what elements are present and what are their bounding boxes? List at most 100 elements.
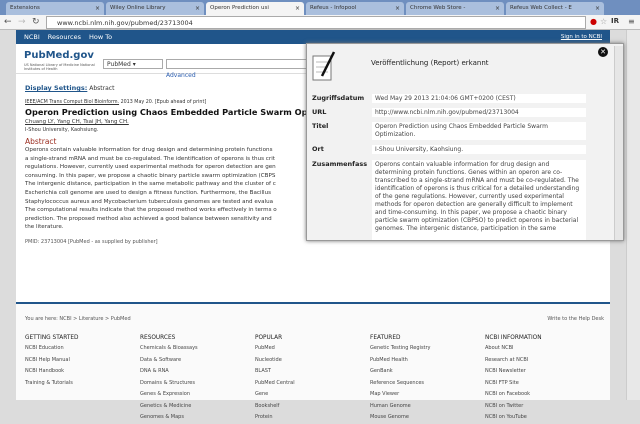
- abstract-line: the literature.: [25, 224, 64, 231]
- tab-close-icon[interactable]: ×: [95, 5, 100, 12]
- abstract-line: The intergenic distance, participation i…: [25, 181, 276, 188]
- footer-column-title: RESOURCES: [140, 335, 176, 341]
- footer-link[interactable]: NCBI Education: [25, 343, 140, 355]
- browser-tab[interactable]: Chrome Web Store - ×: [406, 2, 504, 15]
- footer-link[interactable]: Gene: [255, 389, 370, 401]
- pubmed-logo[interactable]: PubMed.gov: [24, 50, 94, 61]
- footer: You are here: NCBI > Literature > PubMed…: [16, 302, 610, 420]
- field-label: URL: [312, 108, 327, 116]
- footer-link[interactable]: NCBI Newsletter: [485, 366, 600, 378]
- browser-tab[interactable]: Operon Prediction usi ×: [206, 2, 304, 15]
- tab-label: Operon Prediction usi: [210, 5, 269, 11]
- footer-link[interactable]: NCBI Handbook: [25, 366, 140, 378]
- field-value[interactable]: Operons contain valuable information for…: [372, 160, 586, 240]
- footer-link[interactable]: Human Genome: [370, 401, 485, 413]
- footer-link[interactable]: PubMed Health: [370, 355, 485, 367]
- tab-close-icon[interactable]: ×: [395, 5, 400, 12]
- field-value[interactable]: I-Shou University, Kaohsiung.: [372, 145, 586, 154]
- footer-link[interactable]: Data & Software: [140, 355, 255, 367]
- database-select[interactable]: PubMed ▾: [103, 59, 163, 69]
- footer-link[interactable]: Nucleotide: [255, 355, 370, 367]
- ncbi-logo[interactable]: NCBI: [24, 33, 40, 41]
- abstract-line: consuming. In this paper, we propose a c…: [25, 172, 276, 179]
- field-value[interactable]: http://www.ncbi.nlm.nih.gov/pubmed/23713…: [372, 108, 586, 117]
- authors[interactable]: Chuang LY, Yang CH, Tsai JH, Yang CH.: [25, 119, 315, 125]
- footer-link[interactable]: NCBI on Facebook: [485, 389, 600, 401]
- footer-link[interactable]: NCBI Help Manual: [25, 355, 140, 367]
- abstract-heading: Abstract: [25, 137, 57, 146]
- footer-link[interactable]: NCBI on Twitter: [485, 401, 600, 413]
- browser-tab[interactable]: Wiley Online Library ×: [106, 2, 204, 15]
- search-input[interactable]: [166, 59, 316, 69]
- browser-tab[interactable]: Extensions ×: [6, 2, 104, 15]
- sign-in-link[interactable]: Sign in to NCBI: [561, 34, 602, 40]
- field-label: Zusammenfass: [312, 160, 368, 168]
- footer-column: NCBI INFORMATION About NCBI Research at NC…: [485, 335, 600, 424]
- footer-column: GETTING STARTED NCBI Education NCBI Help M…: [25, 335, 140, 424]
- footer-link[interactable]: Genetics & Medicine: [140, 401, 255, 413]
- footer-link[interactable]: DNA & RNA: [140, 366, 255, 378]
- tab-close-icon[interactable]: ×: [295, 5, 300, 12]
- abstract-line: Staphylococcus aureus and Mycobacterium …: [25, 198, 274, 205]
- footer-link[interactable]: Genetic Testing Registry: [370, 343, 485, 355]
- footer-link[interactable]: About NCBI: [485, 343, 600, 355]
- footer-link[interactable]: Genes & Expression: [140, 389, 255, 401]
- footer-link[interactable]: Reference Sequences: [370, 378, 485, 390]
- howto-menu[interactable]: How To: [89, 33, 112, 41]
- affiliation: I-Shou University, Kaohsiung.: [25, 127, 99, 133]
- bookmark-star-icon[interactable]: ☆: [600, 17, 607, 26]
- tab-close-icon[interactable]: ×: [195, 5, 200, 12]
- resources-menu[interactable]: Resources: [48, 33, 81, 41]
- field-value[interactable]: Operon Prediction using Chaos Embedded P…: [372, 122, 586, 140]
- field-label: Zugriffsdatum: [312, 94, 365, 102]
- footer-link[interactable]: Chemicals & Bioassays: [140, 343, 255, 355]
- display-format[interactable]: Abstract: [89, 85, 114, 92]
- display-settings-link[interactable]: Display Settings:: [25, 84, 87, 92]
- footer-link[interactable]: Research at NCBI: [485, 355, 600, 367]
- close-icon[interactable]: ✕: [598, 47, 608, 57]
- footer-link[interactable]: PubMed Central: [255, 378, 370, 390]
- advanced-link[interactable]: Advanced: [166, 72, 196, 79]
- tab-bar: Extensions × Wiley Online Library × Operon P…: [0, 0, 640, 15]
- abstract-line: a single-strand mRNA and must be co-regu…: [25, 155, 275, 162]
- footer-link[interactable]: Protein: [255, 412, 370, 424]
- footer-link[interactable]: NCBI FTP Site: [485, 378, 600, 390]
- back-icon[interactable]: ←: [4, 17, 12, 27]
- footer-link[interactable]: GenBank: [370, 366, 485, 378]
- tab-label: Wiley Online Library: [110, 5, 166, 11]
- footer-link[interactable]: PubMed: [255, 343, 370, 355]
- footer-link[interactable]: Training & Tutorials: [25, 378, 140, 390]
- browser-tab[interactable]: Refeus - Infopool ×: [306, 2, 404, 15]
- help-desk-link[interactable]: Write to the Help Desk: [547, 316, 604, 322]
- pmid: PMID: 23713004 [PubMed - as supplied by …: [25, 238, 158, 245]
- forward-icon[interactable]: →: [18, 17, 26, 27]
- footer-link[interactable]: Map Viewer: [370, 389, 485, 401]
- footer-link[interactable]: Mouse Genome: [370, 412, 485, 424]
- abstract-line: Escherichia coli genome are used to desi…: [25, 189, 272, 196]
- footer-column-title: POPULAR: [255, 335, 283, 341]
- tab-label: Refeus Web Collect - E: [510, 5, 572, 11]
- footer-link[interactable]: Domains & Structures: [140, 378, 255, 390]
- tab-label: Refeus - Infopool: [310, 5, 357, 11]
- footer-column-title: NCBI INFORMATION: [485, 335, 542, 341]
- abstract-line: Operons contain valuable information for…: [25, 147, 273, 153]
- browser-tab[interactable]: Refeus Web Collect - E ×: [506, 2, 604, 15]
- footer-link[interactable]: BLAST: [255, 366, 370, 378]
- url-input[interactable]: www.ncbi.nlm.nih.gov/pubmed/23713004: [46, 16, 586, 29]
- journal-link[interactable]: IEEE/ACM Trans Comput Biol Bioinform.: [25, 100, 119, 105]
- refeus-extension-button[interactable]: IR: [611, 17, 619, 25]
- footer-link[interactable]: Bookshelf: [255, 401, 370, 413]
- footer-link[interactable]: NCBI on YouTube: [485, 412, 600, 424]
- tab-close-icon[interactable]: ×: [595, 5, 600, 12]
- address-bar: ← → ↻ www.ncbi.nlm.nih.gov/pubmed/237130…: [0, 15, 640, 30]
- abstract-line: The computational results indicate that …: [25, 207, 277, 214]
- tab-close-icon[interactable]: ×: [495, 5, 500, 12]
- popup-scrollbar[interactable]: [614, 46, 623, 240]
- menu-icon[interactable]: ≡: [628, 17, 635, 26]
- abstract-line: regulations. However, currently used exp…: [25, 164, 276, 171]
- field-value[interactable]: Wed May 29 2013 21:04:06 GMT+0200 (CEST): [372, 94, 586, 103]
- extension-icon[interactable]: ●: [590, 17, 597, 26]
- footer-link[interactable]: Genomes & Maps: [140, 412, 255, 424]
- page-scrollbar[interactable]: [626, 30, 640, 400]
- reload-icon[interactable]: ↻: [32, 17, 40, 27]
